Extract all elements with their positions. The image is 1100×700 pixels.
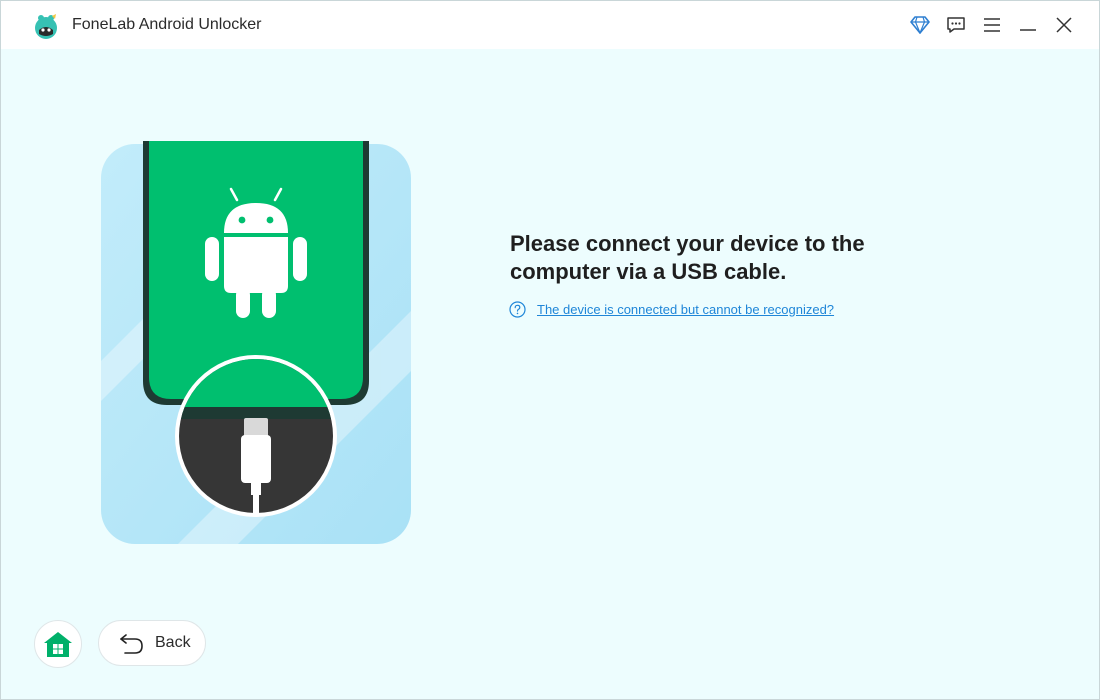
diamond-button[interactable] <box>906 11 934 39</box>
close-icon <box>1056 17 1072 33</box>
app-window: FoneLab Android Unlocker Please connect … <box>0 0 1100 700</box>
feedback-button[interactable] <box>942 11 970 39</box>
app-logo-icon <box>35 14 57 39</box>
device-not-recognized-link[interactable]: The device is connected but cannot be re… <box>537 302 834 317</box>
back-button[interactable]: Back <box>98 620 206 666</box>
title-bar: FoneLab Android Unlocker <box>1 1 1099 49</box>
minimize-button[interactable] <box>1014 11 1042 39</box>
minimize-icon <box>1020 29 1036 31</box>
app-title: FoneLab Android Unlocker <box>72 16 262 33</box>
home-icon <box>44 632 72 657</box>
usb-connect-illustration <box>101 141 411 544</box>
menu-button[interactable] <box>978 11 1006 39</box>
home-button[interactable] <box>34 620 82 668</box>
connect-instruction-heading: Please connect your device to the comput… <box>510 231 865 284</box>
back-button-label: Back <box>155 634 191 651</box>
feedback-icon <box>947 17 965 33</box>
back-arrow-icon <box>119 630 145 656</box>
close-button[interactable] <box>1050 11 1078 39</box>
help-row: The device is connected but cannot be re… <box>509 301 834 318</box>
menu-icon <box>984 18 1000 32</box>
diamond-icon <box>910 16 930 34</box>
question-circle-icon[interactable] <box>509 301 526 318</box>
